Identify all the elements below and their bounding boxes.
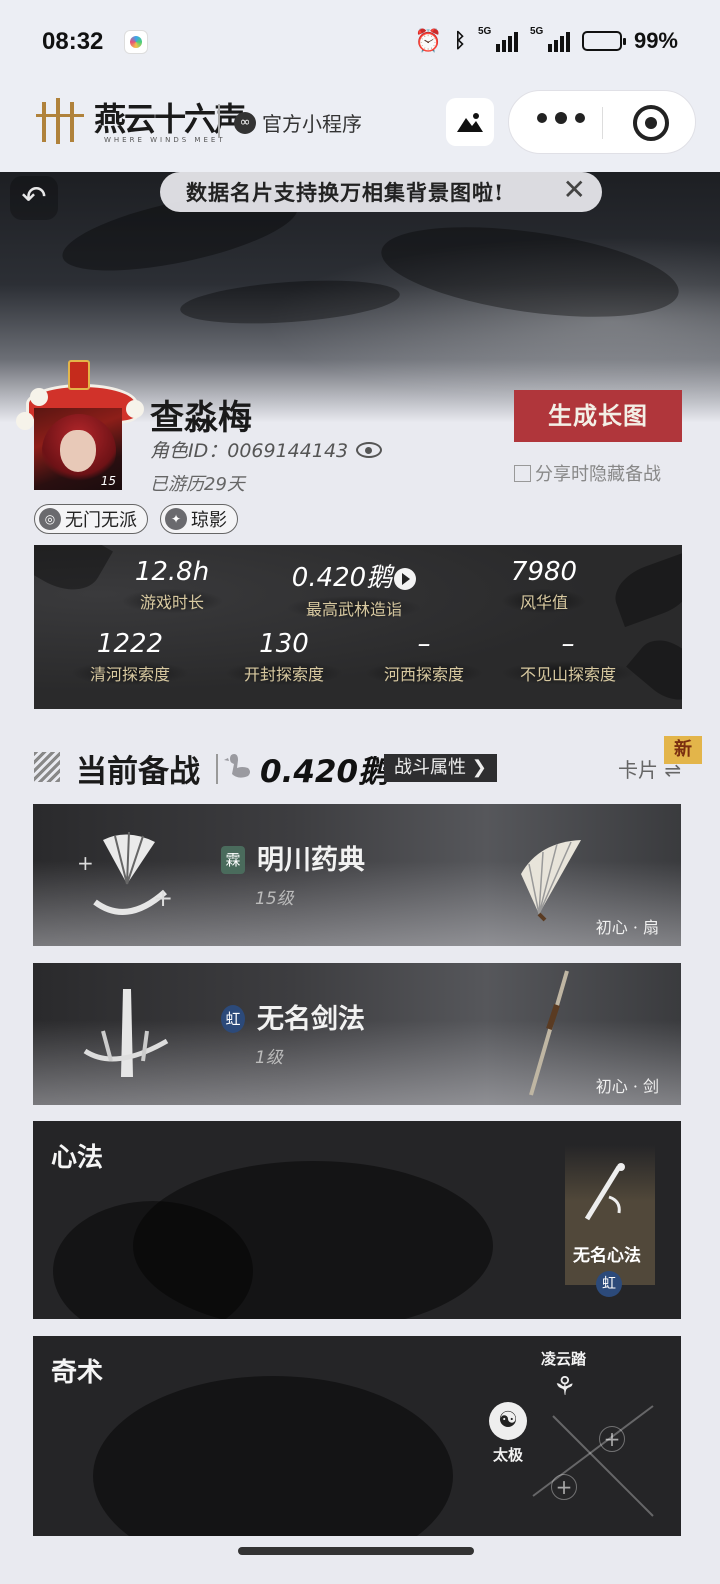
weapon-type: 初心 · 剑 xyxy=(595,1077,659,1096)
add-skill-button[interactable]: + xyxy=(599,1426,625,1452)
loadout-icon xyxy=(34,752,60,782)
weapon-level: 1级 xyxy=(255,1048,283,1068)
signal-icon: 5G xyxy=(478,26,518,52)
weapon-card-sword[interactable]: 虹 无名剑法 1级 初心 · 剑 xyxy=(33,963,681,1105)
alarm-icon: ⏰ xyxy=(414,28,442,53)
stats-panel: 12.8h 游戏时长 0.420鹅 最高武林造诣 7980 风华值 1222 清河探索… xyxy=(34,545,682,709)
qishu-title: 奇术 xyxy=(51,1358,104,1388)
style-icon: ✦ xyxy=(165,508,187,530)
new-badge: 新 xyxy=(664,736,702,764)
xinfa-skill-icon xyxy=(584,1163,625,1221)
status-bar: 08:32 ⏰ ᛒ 5G 5G 99% xyxy=(0,0,720,86)
stat-explore-bujianshan[interactable]: – 不见山探索度 xyxy=(488,629,648,685)
add-skill-button[interactable]: + xyxy=(551,1474,577,1500)
weapon-type: 初心 · 扇 xyxy=(595,918,659,937)
stat-explore-kaifeng[interactable]: 130 开封探索度 xyxy=(204,629,364,685)
home-indicator[interactable] xyxy=(238,1547,474,1555)
play-icon[interactable] xyxy=(394,567,417,590)
more-menu-button[interactable] xyxy=(537,112,585,124)
stat-explore-hexi[interactable]: – 河西探索度 xyxy=(344,629,504,685)
xinfa-card[interactable]: 心法 无名心法 虹 xyxy=(33,1121,681,1319)
player-name: 查淼梅 xyxy=(150,398,252,438)
back-button[interactable]: ↶ xyxy=(10,176,58,220)
back-arrow-icon: ↶ xyxy=(21,180,47,215)
status-time: 08:32 xyxy=(42,28,104,55)
role-id: 角色ID：0069144143 xyxy=(150,436,383,463)
avatar-portrait: 15 xyxy=(34,408,122,490)
close-icon[interactable]: ✕ xyxy=(563,173,586,206)
status-icons: ⏰ ᛒ 5G 5G 99% xyxy=(414,26,678,54)
taiji-icon: ☯ xyxy=(489,1402,527,1440)
eye-icon[interactable] xyxy=(356,441,383,458)
mini-program-navbar: 燕云十六声 WHERE WINDS MEET ∞ 官方小程序 xyxy=(0,86,720,172)
qishu-skill-top[interactable]: 凌云踏 xyxy=(541,1348,586,1369)
close-mini-program-button[interactable] xyxy=(633,105,669,141)
weapon-name: 无名剑法 xyxy=(257,1004,365,1035)
xinfa-skill-name: 无名心法 xyxy=(573,1246,641,1266)
stat-max-skill[interactable]: 0.420鹅 最高武林造诣 xyxy=(254,557,454,620)
sword-skill-icon xyxy=(83,989,169,1077)
notice-banner-text: 数据名片支持换万相集背景图啦! xyxy=(186,180,505,205)
fan-weapon-icon xyxy=(521,840,581,922)
xinfa-skill-badge: 虹 xyxy=(596,1271,622,1297)
signal-icon-2: 5G xyxy=(530,26,570,52)
bluetooth-icon: ᛒ xyxy=(453,29,466,52)
weapon-card-fan[interactable]: + + 霖 明川药典 15级 初心 · 扇 xyxy=(33,804,681,946)
loadout-title: 当前备战 xyxy=(76,754,200,790)
game-logo-icon xyxy=(36,98,88,144)
stat-explore-qinghe[interactable]: 1222 清河探索度 xyxy=(50,629,210,685)
fan-skill-icon: + + xyxy=(77,831,173,915)
tag-sect[interactable]: ◎ 无门无派 xyxy=(34,504,148,534)
loadout-score: 0.420鹅 xyxy=(260,754,390,790)
player-tags: ◎ 无门无派 ✦ 琼影 xyxy=(34,504,238,534)
image-icon xyxy=(457,113,483,132)
goose-icon xyxy=(224,754,250,778)
qishu-skill-left[interactable]: 太极 xyxy=(493,1444,523,1465)
combat-attributes-button[interactable]: 战斗属性 ❯ xyxy=(384,754,497,782)
link-icon: ∞ xyxy=(234,111,256,134)
official-mini-program-label: ∞ 官方小程序 xyxy=(234,108,362,137)
loadout-section-header: 当前备战 0.420鹅 战斗属性 ❯ 卡片 ⇌ 新 xyxy=(34,736,702,792)
weapon-school-badge: 虹 xyxy=(221,1005,245,1033)
avatar[interactable]: 15 xyxy=(16,360,144,492)
battery-percent: 99% xyxy=(633,28,678,53)
hide-loadout-option[interactable]: 分享时隐藏备战 xyxy=(514,460,661,486)
sect-icon: ◎ xyxy=(39,508,61,530)
stat-fenghua: 7980 风华值 xyxy=(464,557,624,613)
sword-weapon-icon xyxy=(529,970,569,1096)
background-image-button[interactable] xyxy=(446,98,494,146)
app-notification-icon xyxy=(124,30,148,54)
hide-loadout-checkbox[interactable] xyxy=(514,464,531,482)
weapon-school-badge: 霖 xyxy=(221,846,245,874)
capsule-menu xyxy=(508,90,696,154)
days-played: 已游历29天 xyxy=(150,474,245,495)
xinfa-title: 心法 xyxy=(51,1143,104,1173)
svg-text:+: + xyxy=(153,884,173,912)
qishu-skill-tree xyxy=(532,1405,654,1517)
weapon-level: 15级 xyxy=(255,889,294,909)
battery-icon xyxy=(581,31,626,51)
game-logo-subtitle: WHERE WINDS MEET xyxy=(104,136,226,144)
qishu-card[interactable]: 奇术 凌云踏 ⚘ ☯ 太极 + + xyxy=(33,1336,681,1536)
nav-divider xyxy=(218,104,220,138)
tag-style[interactable]: ✦ 琼影 xyxy=(160,504,238,534)
game-logo-text: 燕云十六声 xyxy=(94,100,246,138)
weapon-name: 明川药典 xyxy=(257,845,365,876)
avatar-level: 15 xyxy=(100,474,116,488)
stat-play-time: 12.8h 游戏时长 xyxy=(92,557,252,613)
lingyunta-icon: ⚘ xyxy=(553,1372,577,1402)
notice-banner: 数据名片支持换万相集背景图啦! ✕ xyxy=(160,172,602,212)
svg-text:+: + xyxy=(77,851,94,875)
generate-long-image-button[interactable]: 生成长图 xyxy=(514,390,682,442)
